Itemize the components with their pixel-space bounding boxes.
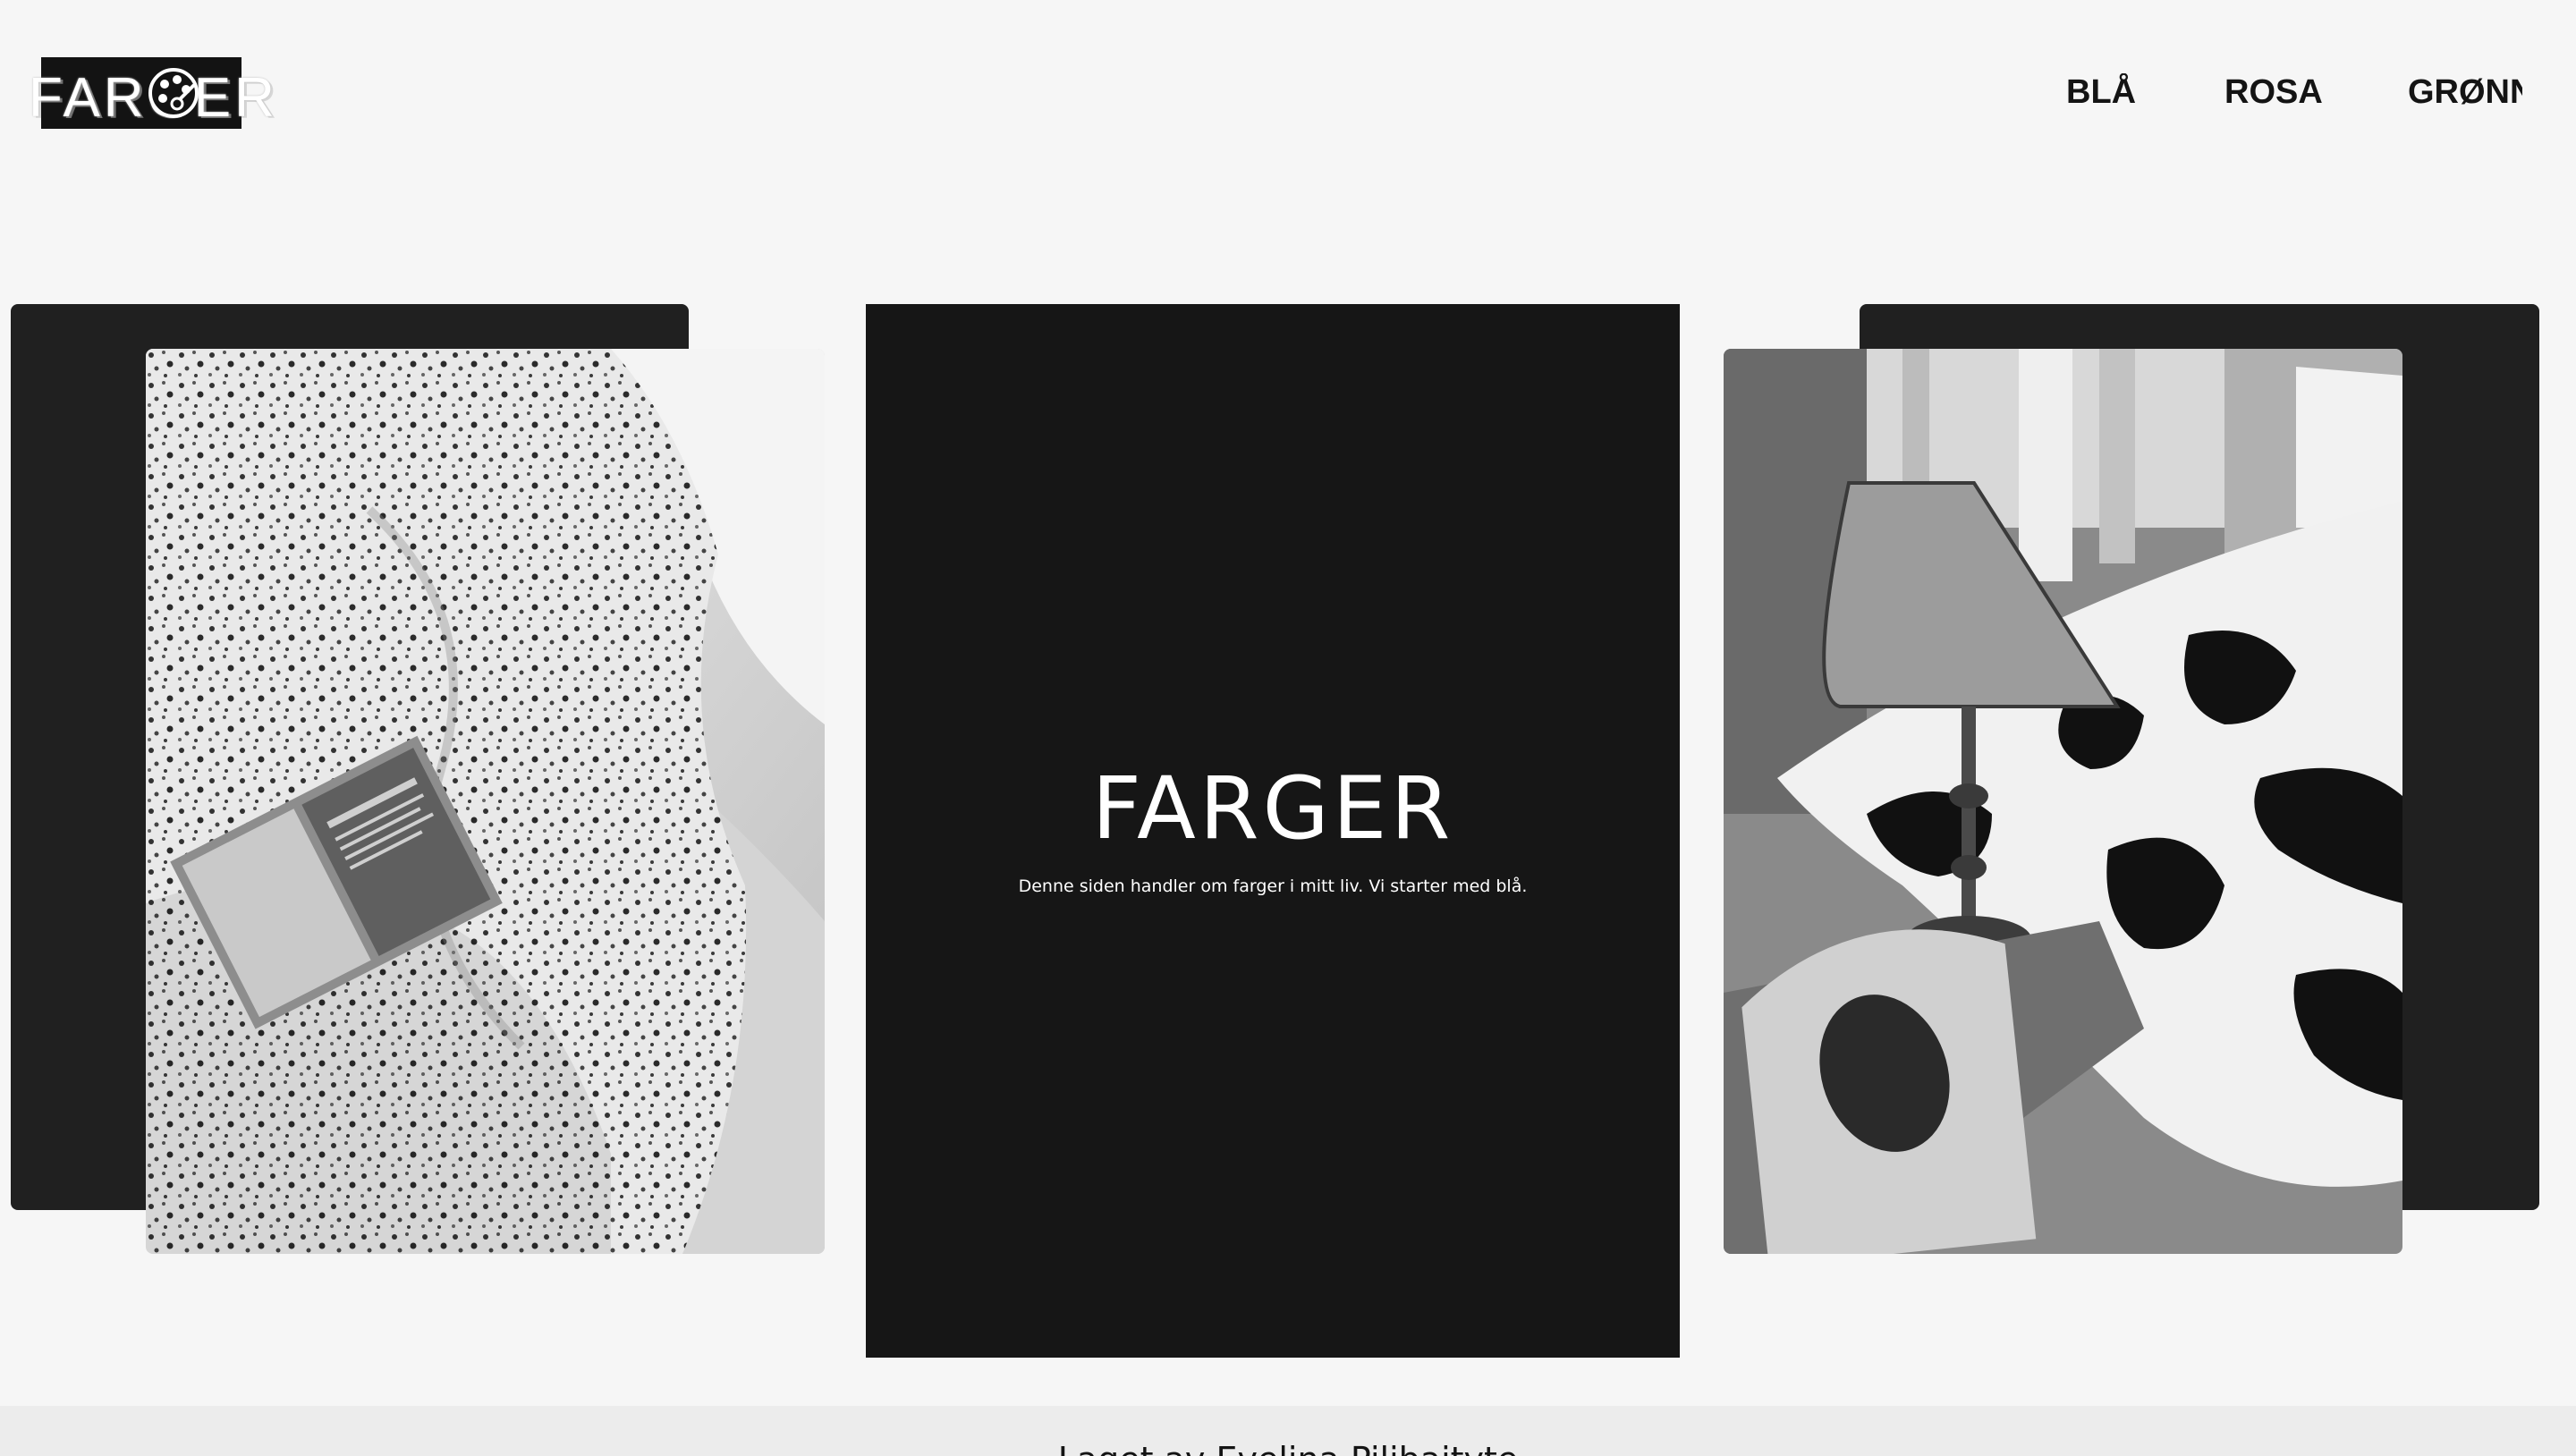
nav-item-rosa[interactable]: ROSA (2224, 73, 2323, 112)
left-photo (146, 349, 825, 1254)
site-logo[interactable]: FARGER (29, 57, 275, 129)
hero-title: FARGER (1091, 758, 1454, 859)
main-nav: BLÅ ROSA GRØNN (2057, 73, 2522, 118)
hero-panel: FARGER Denne siden handler om farger i m… (866, 304, 1680, 1358)
bedding-book-photo-icon (146, 349, 825, 1254)
footer-credit: Laget av Evelina Pilibaityte (0, 1440, 2576, 1456)
nav-item-gronn[interactable]: GRØNN (2408, 73, 2522, 112)
bedroom-lamp-photo-icon (1724, 349, 2402, 1254)
right-photo (1724, 349, 2402, 1254)
palette-icon (148, 68, 199, 118)
hero-subtitle: Denne siden handler om farger i mitt liv… (1018, 876, 1528, 896)
footer: Laget av Evelina Pilibaityte (0, 1406, 2576, 1456)
nav-item-bla[interactable]: BLÅ (2066, 73, 2136, 112)
